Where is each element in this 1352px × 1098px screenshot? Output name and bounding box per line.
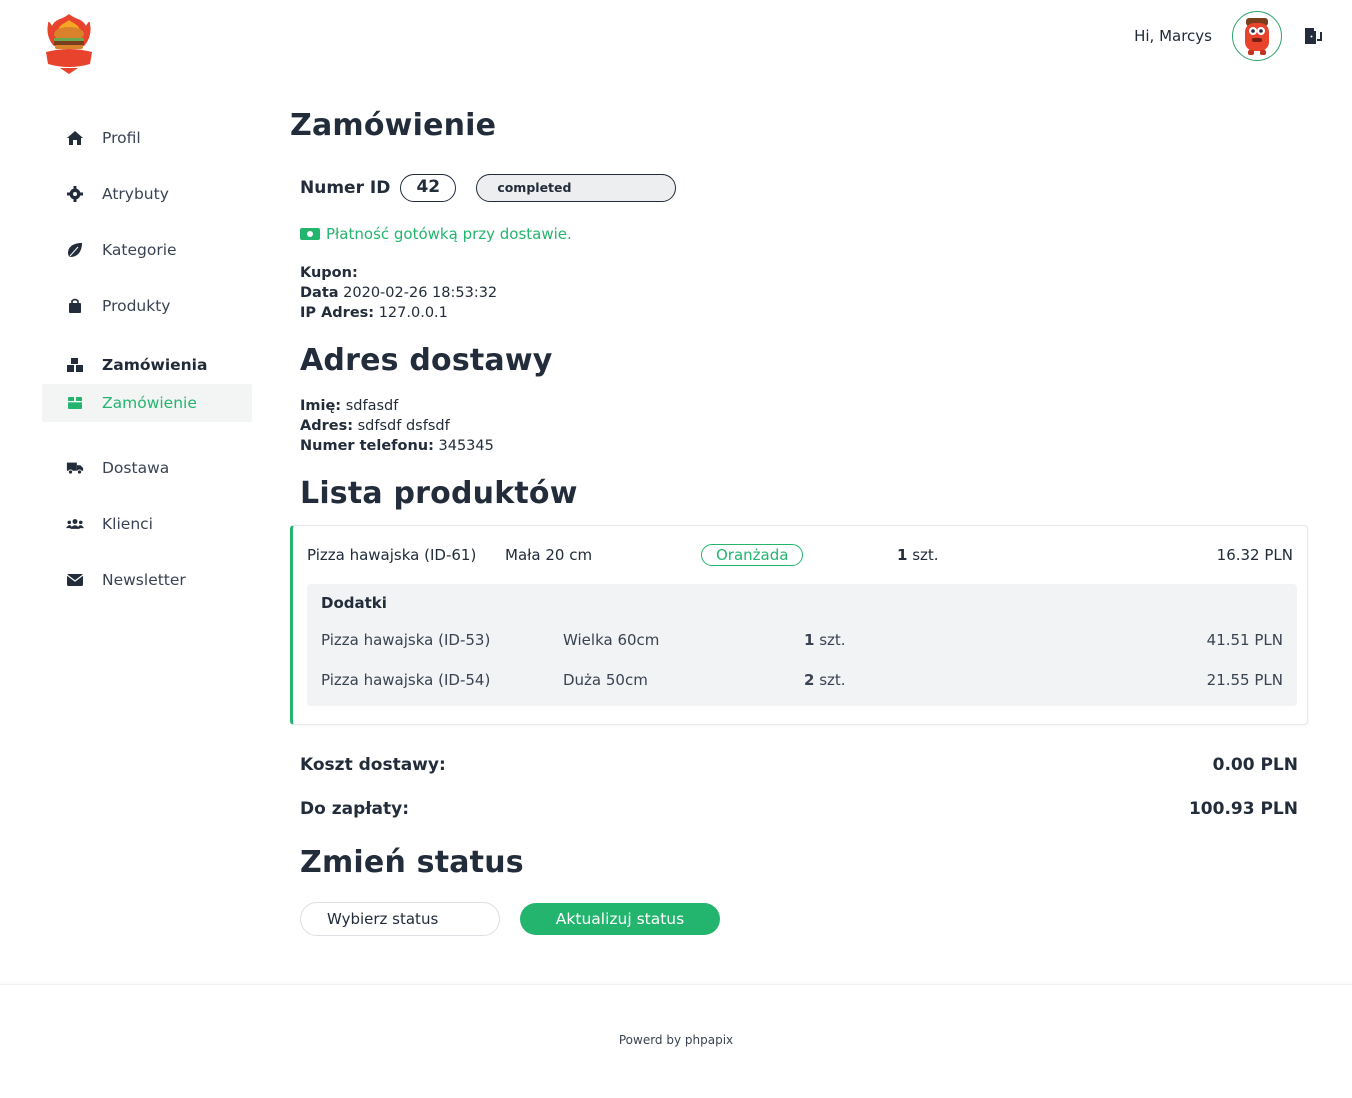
address-label: Adres: <box>300 418 354 434</box>
status-controls: Wybierz status Aktualizuj status <box>300 902 1308 936</box>
addons-title: Dodatki <box>321 594 387 612</box>
product-size: Mała 20 cm <box>505 546 593 564</box>
shopping-bag-icon <box>66 297 84 315</box>
sidebar-item-dostawa[interactable]: Dostawa <box>42 440 252 496</box>
sidebar-item-kategorie[interactable]: Kategorie <box>42 222 252 278</box>
date-label: Data <box>300 285 339 301</box>
product-price: 16.32 PLN <box>1216 546 1293 564</box>
footer: Powerd by phpapix <box>0 984 1352 1098</box>
total-label: Do zapłaty: <box>300 799 410 819</box>
delivery-cost-row: Koszt dostawy: 0.00 PLN <box>300 743 1308 787</box>
sidebar-item-label: Produkty <box>102 297 171 315</box>
boxes-icon <box>66 356 84 374</box>
total-value: 100.93 PLN <box>1188 799 1298 819</box>
sidebar-item-profil[interactable]: Profil <box>42 110 252 166</box>
addon-row: Pizza hawajska (ID-54) Duża 50cm 2 szt. … <box>321 660 1283 700</box>
status-select[interactable]: Wybierz status <box>300 902 500 936</box>
package-icon <box>66 394 84 412</box>
change-status-title: Zmień status <box>300 845 524 880</box>
product-qty: 1 szt. <box>897 546 939 564</box>
sidebar-item-label: Zamówienia <box>102 356 208 374</box>
addon-size: Duża 50cm <box>563 671 648 689</box>
main-content: Zamówienie Numer ID 42 completed Płatnoś… <box>290 108 1308 936</box>
addon-qty: 1 szt. <box>804 631 846 649</box>
sidebar-item-label: Profil <box>102 129 141 147</box>
envelope-icon <box>66 571 84 589</box>
money-icon <box>300 228 320 240</box>
sidebar-item-produkty[interactable]: Produkty <box>42 278 252 334</box>
home-icon <box>66 129 84 147</box>
burger-logo[interactable] <box>42 12 96 74</box>
date-value: 2020-02-26 18:53:32 <box>343 285 498 301</box>
page-title: Zamówienie <box>290 108 497 143</box>
delivery-cost-label: Koszt dostawy: <box>300 755 446 775</box>
order-id-row: Numer ID 42 completed <box>300 173 1308 203</box>
sidebar-item-label: Klienci <box>102 515 153 533</box>
order-id-label: Numer ID <box>300 178 391 198</box>
payment-method: Płatność gotówką przy dostawie. <box>300 225 1308 243</box>
sidebar-item-atrybuty[interactable]: Atrybuty <box>42 166 252 222</box>
phone-label: Numer telefonu: <box>300 438 434 454</box>
sidebar-item-label: Zamówienie <box>102 394 197 412</box>
sidebar-item-zamowienia[interactable]: Zamówienia <box>42 336 252 384</box>
sidebar-item-newsletter[interactable]: Newsletter <box>42 552 252 608</box>
footer-text: Powerd by phpapix <box>618 1033 734 1047</box>
addon-qty: 2 szt. <box>804 671 846 689</box>
order-id-badge: 42 <box>400 174 457 202</box>
address-details: Imię: sdfasdf Adres: sdfsdf dsfsdf Numer… <box>300 396 1308 456</box>
gear-icon <box>66 185 84 203</box>
addon-size: Wielka 60cm <box>563 631 660 649</box>
product-name: Pizza hawajska (ID-61) <box>307 546 477 564</box>
sidebar-item-label: Newsletter <box>102 571 186 589</box>
name-label: Imię: <box>300 398 342 414</box>
monster-avatar-icon <box>1245 18 1269 55</box>
logout-icon[interactable] <box>1302 25 1324 47</box>
coupon-label: Kupon: <box>300 265 358 281</box>
order-meta: Kupon: Data 2020-02-26 18:53:32 IP Adres… <box>300 263 1308 323</box>
product-row: Pizza hawajska (ID-61) Mała 20 cm Oranża… <box>307 540 1297 570</box>
users-icon <box>66 515 84 533</box>
leaf-icon <box>66 241 84 259</box>
addon-price: 41.51 PLN <box>1206 631 1283 649</box>
addon-name: Pizza hawajska (ID-54) <box>321 671 491 689</box>
greeting-text: Hi, Marcys <box>1134 27 1212 45</box>
product-extra-tag: Oranżada <box>701 544 804 566</box>
product-card: Pizza hawajska (ID-61) Mała 20 cm Oranża… <box>290 525 1308 725</box>
sidebar-item-label: Kategorie <box>102 241 177 259</box>
truck-icon <box>66 459 84 477</box>
addon-price: 21.55 PLN <box>1206 671 1283 689</box>
status-badge: completed <box>476 174 677 202</box>
update-status-button[interactable]: Aktualizuj status <box>520 903 720 935</box>
total-row: Do zapłaty: 100.93 PLN <box>300 787 1308 831</box>
addon-name: Pizza hawajska (ID-53) <box>321 631 491 649</box>
sidebar-item-label: Dostawa <box>102 459 170 477</box>
addons-panel: Dodatki Pizza hawajska (ID-53) Wielka 60… <box>307 584 1297 706</box>
burger-logo-icon <box>46 14 92 74</box>
delivery-cost-value: 0.00 PLN <box>1212 755 1298 775</box>
address-title: Adres dostawy <box>300 343 553 378</box>
payment-text: Płatność gotówką przy dostawie. <box>326 225 572 243</box>
address-value: sdfsdf dsfsdf <box>357 418 450 434</box>
phone-value: 345345 <box>438 438 494 454</box>
ip-label: IP Adres: <box>300 305 375 321</box>
avatar[interactable] <box>1232 11 1282 61</box>
products-title: Lista produktów <box>300 476 578 511</box>
sidebar-item-label: Atrybuty <box>102 185 169 203</box>
totals: Koszt dostawy: 0.00 PLN Do zapłaty: 100.… <box>290 743 1308 936</box>
sidebar-item-zamowienie[interactable]: Zamówienie <box>42 384 252 422</box>
ip-value: 127.0.0.1 <box>378 305 448 321</box>
name-value: sdfasdf <box>345 398 399 414</box>
sidebar: Profil Atrybuty Kategorie Produkty Zamów… <box>42 110 252 608</box>
sidebar-item-klienci[interactable]: Klienci <box>42 496 252 552</box>
addon-row: Pizza hawajska (ID-53) Wielka 60cm 1 szt… <box>321 620 1283 660</box>
